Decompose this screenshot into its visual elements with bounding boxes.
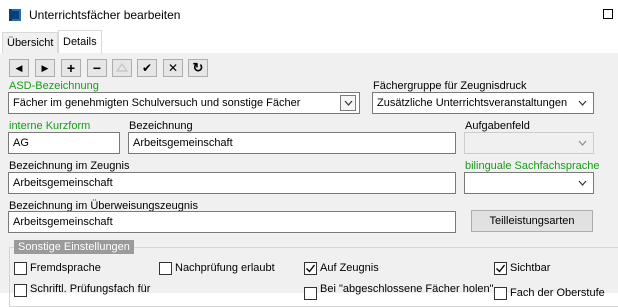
zeugnis-label: Bezeichnung im Zeugnis xyxy=(9,160,130,172)
bezeichnung-input[interactable]: Arbeitsgemeinschaft xyxy=(128,132,456,154)
bezeichnung-label: Bezeichnung xyxy=(129,120,193,132)
add-button[interactable]: + xyxy=(61,59,81,77)
chevron-down-icon xyxy=(575,136,589,150)
maximize-icon[interactable] xyxy=(603,9,613,19)
x-icon: ✕ xyxy=(167,61,179,75)
bilingual-label: bilinguale Sachfachsprache xyxy=(465,160,600,172)
check-icon: ✔ xyxy=(141,61,153,75)
teilleistungsarten-button[interactable]: Teilleistungsarten xyxy=(471,210,593,232)
book-icon xyxy=(8,8,22,22)
nachpruefung-label: Nachprüfung erlaubt xyxy=(175,262,275,274)
edit-button[interactable] xyxy=(112,59,132,77)
chevron-down-icon xyxy=(575,176,589,190)
refresh-button[interactable]: ↻ xyxy=(188,59,208,77)
aufgabenfeld-label: Aufgabenfeld xyxy=(465,120,530,132)
tab-overview[interactable]: Übersicht xyxy=(2,32,59,53)
sichtbar-checkbox[interactable] xyxy=(494,262,507,275)
pruefungsfach-checkbox[interactable] xyxy=(14,284,27,297)
triangle-right-icon: ▶ xyxy=(41,62,49,73)
chevron-down-icon xyxy=(575,96,589,110)
kurzform-input[interactable]: AG xyxy=(8,132,120,154)
fremdsprache-label: Fremdsprache xyxy=(30,262,101,274)
eraser-icon xyxy=(115,62,129,75)
asd-select[interactable]: Fächer im genehmigten Schulversuch und s… xyxy=(8,92,360,114)
delete-button[interactable]: − xyxy=(87,59,107,77)
pruefungsfach-label: Schriftl. Prüfungsfach für xyxy=(30,283,151,295)
aufgabenfeld-select[interactable] xyxy=(464,132,594,154)
previous-button[interactable]: ◀ xyxy=(9,59,29,77)
sichtbar-label: Sichtbar xyxy=(510,262,551,274)
abgeschlossene-faecher-label: Bei "abgeschlossene Fächer holen" xyxy=(320,283,494,295)
ueberweisung-input[interactable]: Arbeitsgemeinschaft xyxy=(8,211,456,233)
next-button[interactable]: ▶ xyxy=(35,59,55,77)
faechergruppe-label: Fächergruppe für Zeugnisdruck xyxy=(373,80,527,92)
settings-group-title: Sonstige Einstellungen xyxy=(14,240,134,254)
cancel-button[interactable]: ✕ xyxy=(163,59,183,77)
auf-zeugnis-checkbox[interactable] xyxy=(304,262,317,275)
asd-label: ASD-Bezeichnung xyxy=(9,80,99,92)
faechergruppe-value: Zusätzliche Unterrichtsveranstaltungen xyxy=(377,97,568,109)
save-button[interactable]: ✔ xyxy=(137,59,157,77)
check-icon xyxy=(306,264,316,273)
fremdsprache-checkbox[interactable] xyxy=(14,262,27,275)
tab-details[interactable]: Details xyxy=(58,30,102,55)
zeugnis-input[interactable]: Arbeitsgemeinschaft xyxy=(8,172,456,194)
chevron-down-icon xyxy=(340,95,356,111)
abgeschlossene-faecher-checkbox[interactable] xyxy=(304,287,317,300)
oberstufe-checkbox[interactable] xyxy=(494,287,507,300)
refresh-icon: ↻ xyxy=(192,60,204,75)
window-title: Unterrichtsfächer bearbeiten xyxy=(29,8,181,22)
kurzform-label: interne Kurzform xyxy=(9,120,91,132)
plus-icon: + xyxy=(66,60,76,76)
asd-value: Fächer im genehmigten Schulversuch und s… xyxy=(13,97,301,109)
faechergruppe-select[interactable]: Zusätzliche Unterrichtsveranstaltungen xyxy=(372,92,594,114)
oberstufe-label: Fach der Oberstufe xyxy=(510,287,605,299)
nachpruefung-checkbox[interactable] xyxy=(159,262,172,275)
bilingual-select[interactable] xyxy=(464,172,594,194)
triangle-left-icon: ◀ xyxy=(15,62,23,73)
minus-icon: − xyxy=(92,60,102,76)
auf-zeugnis-label: Auf Zeugnis xyxy=(320,262,379,274)
check-icon xyxy=(496,264,506,273)
